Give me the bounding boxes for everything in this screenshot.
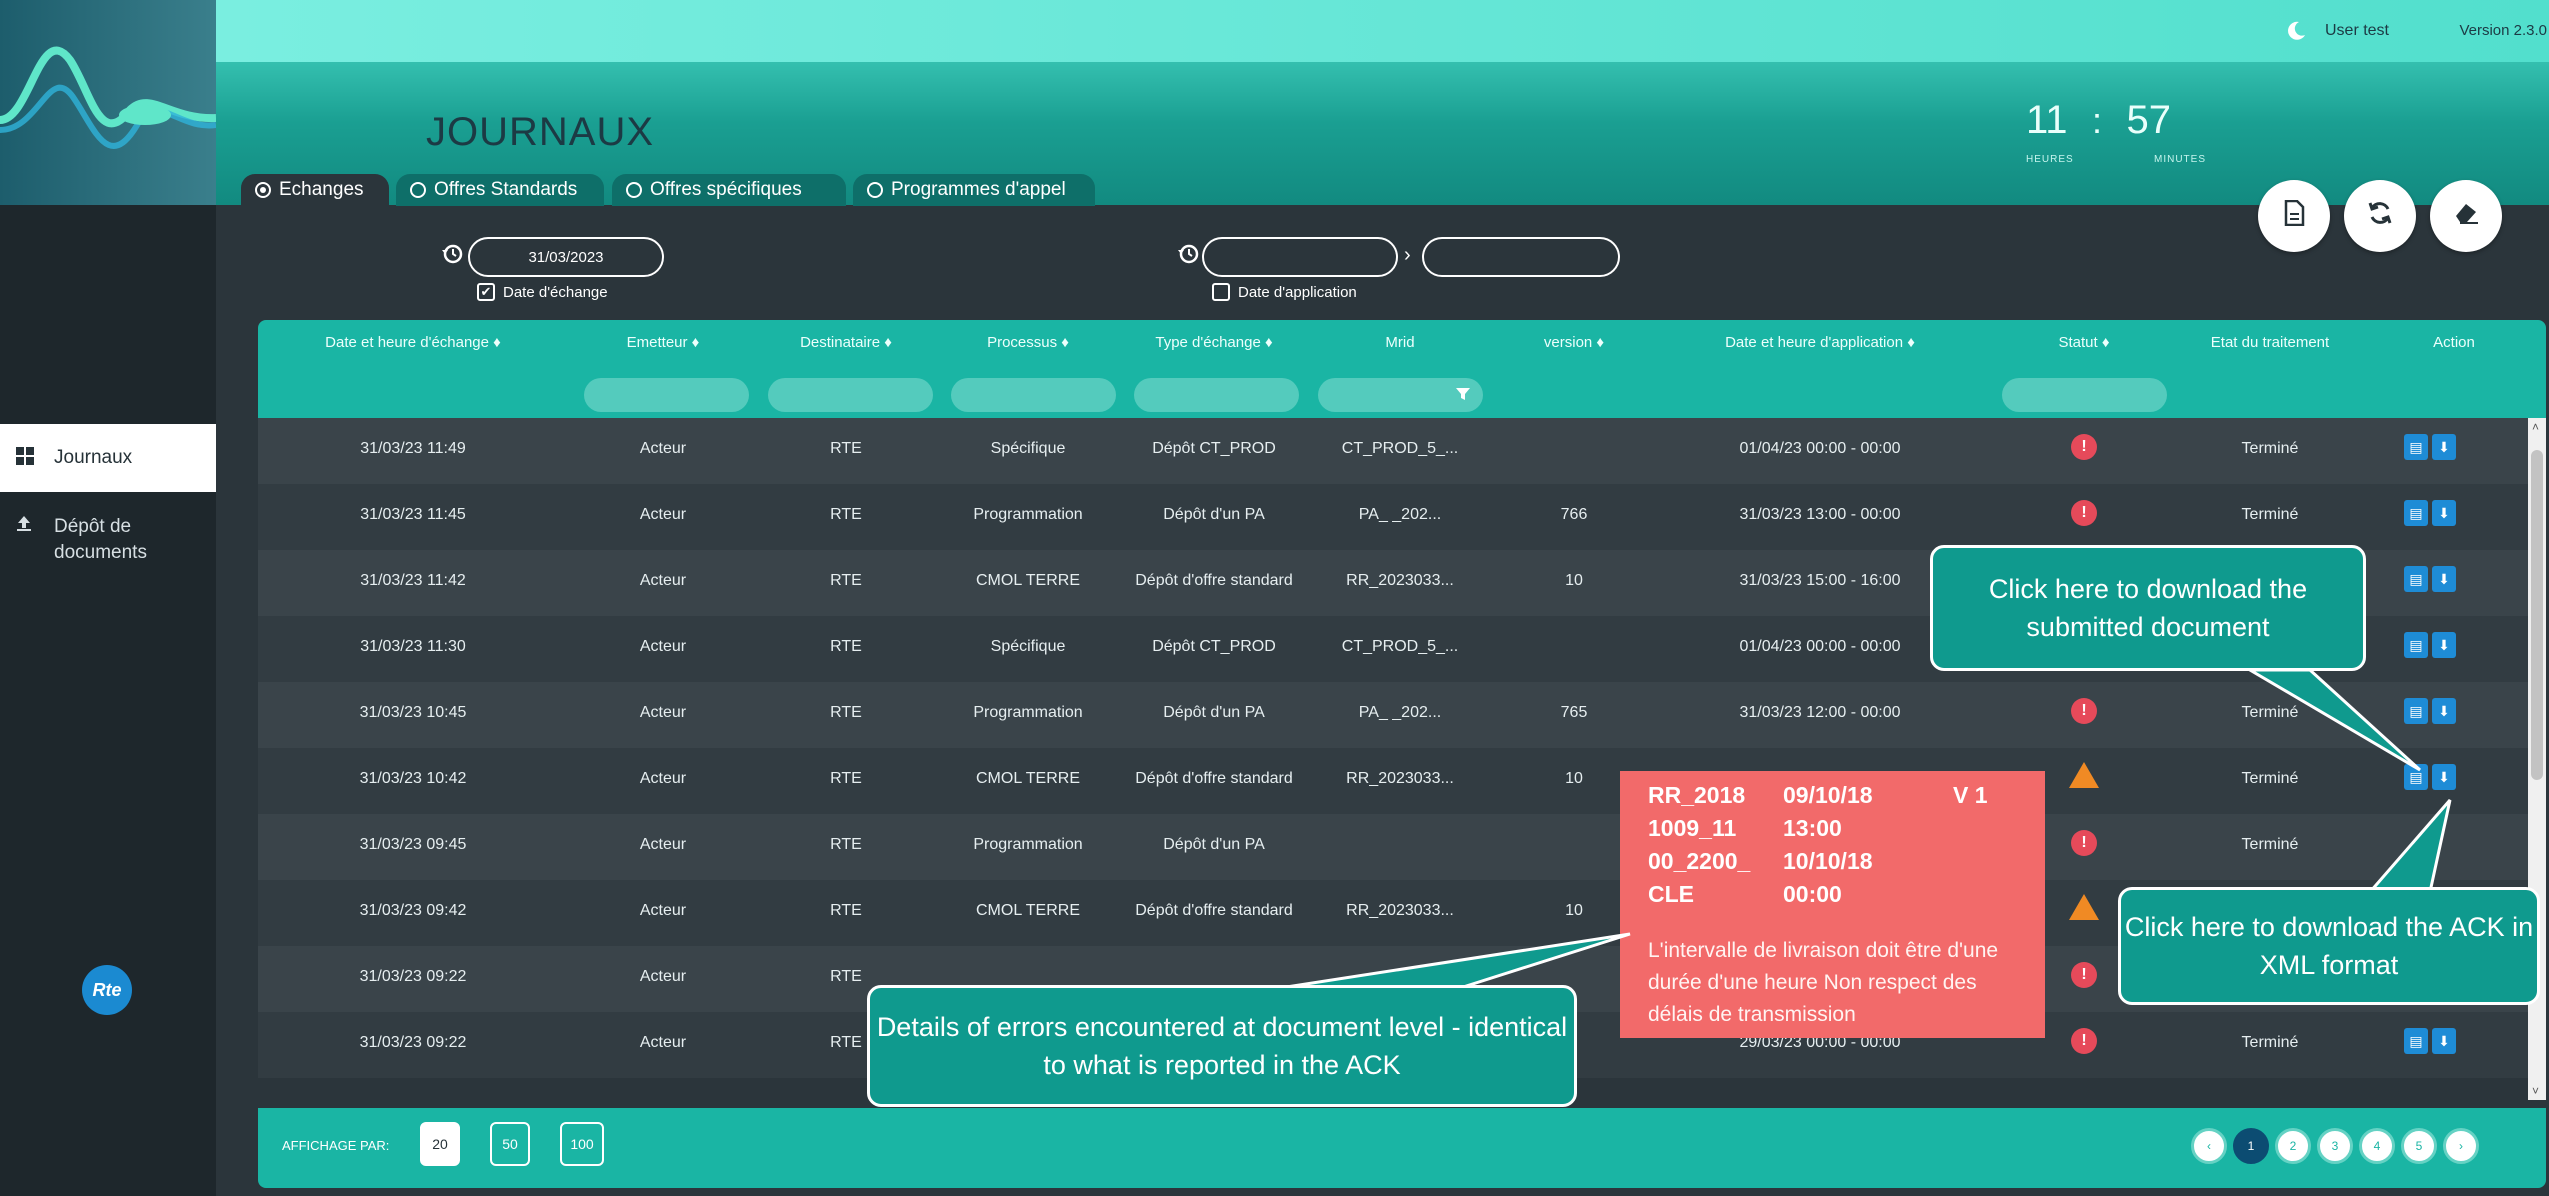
callout-download-document: Click here to download the submitted doc…	[1930, 545, 2366, 671]
callout-error-details: Details of errors encountered at documen…	[867, 985, 1577, 1107]
app-window: User test Version 2.3.0 JOURNAUX 11 : 57…	[0, 0, 2549, 1196]
callout-download-ack: Click here to download the ACK in XML fo…	[2118, 887, 2540, 1005]
